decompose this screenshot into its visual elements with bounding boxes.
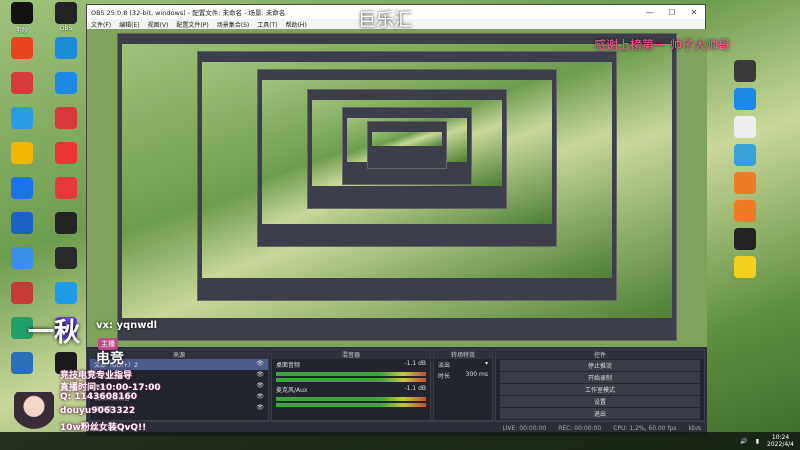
- speaker-icon[interactable]: 🔊: [740, 438, 747, 445]
- app-icon: [55, 37, 77, 59]
- desktop-icon[interactable]: [46, 212, 86, 247]
- edge-icon[interactable]: [734, 88, 756, 110]
- app-icon: [55, 212, 77, 234]
- desktop-icon[interactable]: [2, 142, 42, 177]
- desktop-icon[interactable]: [46, 177, 86, 212]
- app-icon: [11, 247, 33, 269]
- desktop-icon[interactable]: [2, 72, 42, 107]
- streamer-overlay: 一秋 vx: yqnwdl 主播 电竞 竞技电竞专业指导 直播时间:10:00-…: [0, 292, 180, 446]
- app-icon: [11, 107, 33, 129]
- clock[interactable]: 10:24 2022/4/4: [767, 434, 794, 448]
- douyin-id: douyu9063322: [60, 406, 136, 416]
- menu-scene-collection[interactable]: 场景集合(S): [217, 20, 250, 29]
- audio-mixer-dock: 混音器 桌面音频 -1.1 dB 麦克风/Aux -1.1 dB: [271, 349, 431, 421]
- desktop-icon[interactable]: [2, 247, 42, 282]
- overlay-big-title: 巨乐汇: [358, 10, 412, 31]
- app-icon[interactable]: [734, 172, 756, 194]
- file-icon[interactable]: [734, 116, 756, 138]
- exit-button[interactable]: 退出: [500, 408, 700, 419]
- transition-select[interactable]: 淡出 ▾: [434, 359, 492, 370]
- desktop-icon[interactable]: [2, 212, 42, 247]
- transitions-title: 转场特效: [434, 350, 492, 359]
- desktop-icon[interactable]: 剪映: [2, 2, 42, 37]
- mixer-channel-label: 桌面音频 -1.1 dB: [276, 360, 426, 369]
- mixer-title: 混音器: [272, 350, 430, 359]
- rec-status: REC: 00:00:00: [558, 425, 602, 432]
- app-icon: [11, 37, 33, 59]
- app-icon[interactable]: [734, 144, 756, 166]
- app-icon: [11, 72, 33, 94]
- studio-mode-button[interactable]: 工作室模式: [500, 384, 700, 395]
- esports-label: 电竞: [96, 351, 124, 367]
- desktop-icon[interactable]: [2, 107, 42, 142]
- minimize-button[interactable]: —: [639, 8, 661, 17]
- app-icon: [11, 177, 33, 199]
- controls-dock: 控件 停止推流 开始录制 工作室模式 设置 退出: [495, 349, 705, 421]
- transitions-dock: 转场特效 淡出 ▾ 时长 300 ms: [433, 349, 493, 421]
- app-icon: [55, 107, 77, 129]
- duration-field[interactable]: 时长 300 ms: [434, 370, 492, 381]
- menu-edit[interactable]: 编辑(E): [119, 20, 139, 29]
- stop-streaming-button[interactable]: 停止推流: [500, 360, 700, 371]
- app-icon[interactable]: [734, 256, 756, 278]
- maximize-button[interactable]: ☐: [661, 8, 683, 17]
- volume-slider[interactable]: [276, 403, 426, 407]
- cpu-status: CPU: 1.2%, 60.00 fps: [613, 425, 677, 432]
- app-icon: [55, 247, 77, 269]
- desktop-icon[interactable]: [2, 37, 42, 72]
- settings-button[interactable]: 设置: [500, 396, 700, 407]
- nested-preview: [367, 121, 447, 169]
- close-button[interactable]: ✕: [683, 8, 705, 17]
- menu-view[interactable]: 视图(V): [148, 20, 169, 29]
- live-status: LIVE: 00:00:00: [502, 425, 547, 432]
- menu-tools[interactable]: 工具(T): [257, 20, 277, 29]
- menu-file[interactable]: 文件(F): [91, 20, 111, 29]
- app-icon: [55, 2, 77, 24]
- volume-meter: [276, 397, 426, 401]
- streamer-logo: 一秋: [28, 318, 81, 348]
- app-icon: [11, 142, 33, 164]
- network-icon[interactable]: ▮: [756, 438, 759, 445]
- qq-number: Q: 1143608160: [60, 392, 138, 402]
- edge-icon: [55, 72, 77, 94]
- capcut-icon: [11, 2, 33, 24]
- app-icon: [55, 142, 77, 164]
- volume-slider[interactable]: [276, 378, 426, 382]
- desktop-icon[interactable]: [46, 142, 86, 177]
- app-icon[interactable]: [734, 60, 756, 82]
- preview-canvas[interactable]: [87, 29, 707, 347]
- dock-area: 来源 文本（GDI+）2 👁 文本（GDI+） 👁 图片 👁 视频采集设备 👁 显示器 👁…: [87, 347, 707, 423]
- desktop-icon[interactable]: [2, 177, 42, 212]
- menu-help[interactable]: 帮助(H): [286, 20, 307, 29]
- clock-time: 10:24: [771, 434, 790, 441]
- app-icon[interactable]: [734, 200, 756, 222]
- desktop-icon[interactable]: [46, 72, 86, 107]
- desktop-icons-right: [730, 60, 760, 278]
- clock-date: 2022/4/4: [767, 441, 794, 448]
- desktop-icon[interactable]: [46, 37, 86, 72]
- start-recording-button[interactable]: 开始录制: [500, 372, 700, 383]
- wechat-id: vx: yqnwdl: [96, 320, 158, 331]
- taskbar: 🔊 ▮ 10:24 2022/4/4: [0, 432, 800, 450]
- menu-profile[interactable]: 配置文件(P): [176, 20, 208, 29]
- app-icon: [11, 212, 33, 234]
- app-icon: [55, 177, 77, 199]
- volume-meter: [276, 372, 426, 376]
- obs-icon[interactable]: [734, 228, 756, 250]
- mixer-channel-label: 麦克风/Aux -1.1 dB: [276, 385, 426, 394]
- controls-title: 控件: [496, 350, 704, 359]
- desktop-icon[interactable]: [46, 247, 86, 282]
- desktop-icon[interactable]: OBS: [46, 2, 86, 37]
- kbps-status: kb/s: [688, 425, 701, 432]
- desktop-icon[interactable]: [46, 107, 86, 142]
- overlay-marquee: 感谢上榜第一 帅子大帅哥: [594, 38, 730, 52]
